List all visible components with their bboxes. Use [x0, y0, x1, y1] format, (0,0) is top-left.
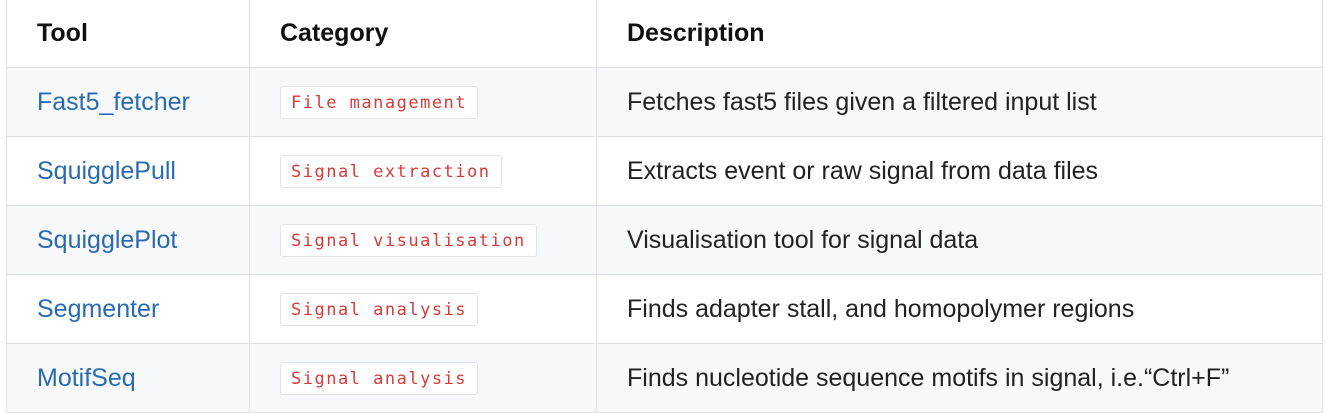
category-code: Signal analysis: [280, 361, 479, 395]
table-body: Fast5_fetcher File management Fetches fa…: [6, 67, 1323, 413]
category-cell: Signal analysis: [249, 274, 597, 344]
category-cell: File management: [249, 67, 597, 137]
tool-link-squiggleplot[interactable]: SquigglePlot: [37, 226, 177, 254]
category-cell: Signal extraction: [249, 136, 597, 206]
category-code: File management: [280, 85, 479, 119]
tool-cell: SquigglePull: [6, 136, 250, 206]
description-cell: Extracts event or raw signal from data f…: [596, 136, 1323, 206]
category-cell: Signal analysis: [249, 343, 597, 413]
table-row: SquigglePull Signal extraction Extracts …: [6, 136, 1323, 206]
header-tool: Tool: [6, 0, 250, 68]
tool-cell: SquigglePlot: [6, 205, 250, 275]
table-row: SquigglePlot Signal visualisation Visual…: [6, 205, 1323, 275]
tool-link-fast5-fetcher[interactable]: Fast5_fetcher: [37, 88, 190, 116]
description-cell: Visualisation tool for signal data: [596, 205, 1323, 275]
category-code: Signal extraction: [280, 154, 502, 188]
tool-link-squigglepull[interactable]: SquigglePull: [37, 157, 176, 185]
table-row: Segmenter Signal analysis Finds adapter …: [6, 274, 1323, 344]
category-code: Signal analysis: [280, 292, 479, 326]
tool-cell: Fast5_fetcher: [6, 67, 250, 137]
description-cell: Finds nucleotide sequence motifs in sign…: [596, 343, 1323, 413]
category-cell: Signal visualisation: [249, 205, 597, 275]
tool-cell: Segmenter: [6, 274, 250, 344]
tool-link-segmenter[interactable]: Segmenter: [37, 295, 159, 323]
header-row: Tool Category Description: [6, 0, 1323, 68]
table-header: Tool Category Description: [6, 0, 1323, 68]
description-cell: Finds adapter stall, and homopolymer reg…: [596, 274, 1323, 344]
category-code: Signal visualisation: [280, 223, 537, 257]
table-row: Fast5_fetcher File management Fetches fa…: [6, 67, 1323, 137]
header-category: Category: [249, 0, 597, 68]
tool-link-motifseq[interactable]: MotifSeq: [37, 364, 136, 392]
description-cell: Fetches fast5 files given a filtered inp…: [596, 67, 1323, 137]
tools-table: Tool Category Description Fast5_fetcher …: [6, 0, 1323, 413]
tools-table-container: Tool Category Description Fast5_fetcher …: [6, 0, 1323, 413]
tool-cell: MotifSeq: [6, 343, 250, 413]
header-description: Description: [596, 0, 1323, 68]
table-row: MotifSeq Signal analysis Finds nucleotid…: [6, 343, 1323, 413]
